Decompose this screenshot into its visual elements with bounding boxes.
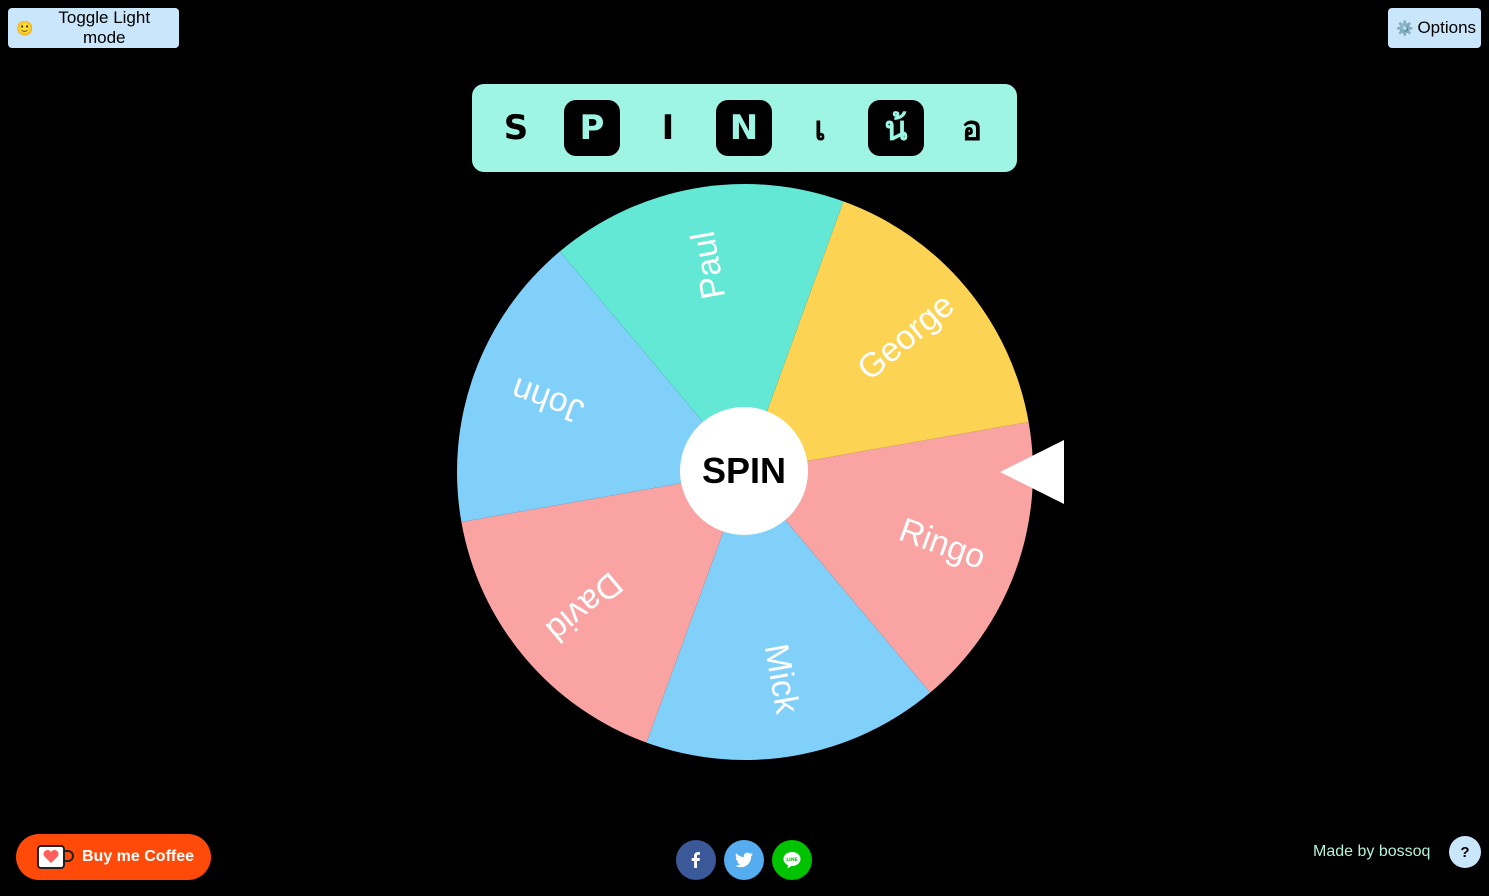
buy-me-coffee-label: Buy me Coffee xyxy=(82,848,195,865)
options-button[interactable]: ⚙️ Options xyxy=(1388,8,1481,48)
coffee-cup-icon xyxy=(36,844,74,870)
credit-text: Made by bossoq xyxy=(1313,843,1431,860)
spin-logo: S P I N เ น้ อ xyxy=(472,84,1017,172)
logo-letter: อ xyxy=(961,109,983,149)
logo-letter: น้ xyxy=(868,100,924,156)
wheel-pointer xyxy=(1000,440,1064,504)
toggle-light-mode-button[interactable]: 🙂 Toggle Light mode xyxy=(8,8,179,48)
twitter-icon xyxy=(735,852,753,868)
logo-letter: P xyxy=(564,100,620,156)
facebook-share-button[interactable] xyxy=(676,840,716,880)
gear-icon: ⚙️ xyxy=(1396,19,1414,36)
buy-me-coffee-button[interactable]: Buy me Coffee xyxy=(16,834,211,880)
logo-letter: เ xyxy=(814,109,826,149)
line-icon: LINE xyxy=(783,852,801,869)
spin-button[interactable]: SPIN xyxy=(680,407,808,535)
facebook-icon xyxy=(691,852,700,868)
logo-letter: I xyxy=(661,108,675,148)
svg-text:LINE: LINE xyxy=(786,857,798,863)
smiley-icon: 🙂 xyxy=(16,19,34,36)
help-button[interactable]: ? xyxy=(1449,836,1481,868)
toggle-light-mode-label: Toggle Light mode xyxy=(58,8,151,47)
twitter-share-button[interactable] xyxy=(724,840,764,880)
options-label: Options xyxy=(1417,18,1477,37)
logo-letter: S xyxy=(503,108,529,148)
logo-letter: N xyxy=(716,100,772,156)
line-share-button[interactable]: LINE xyxy=(772,840,812,880)
page: 🙂 Toggle Light mode ⚙️ Options S P I N เ… xyxy=(0,0,1489,896)
